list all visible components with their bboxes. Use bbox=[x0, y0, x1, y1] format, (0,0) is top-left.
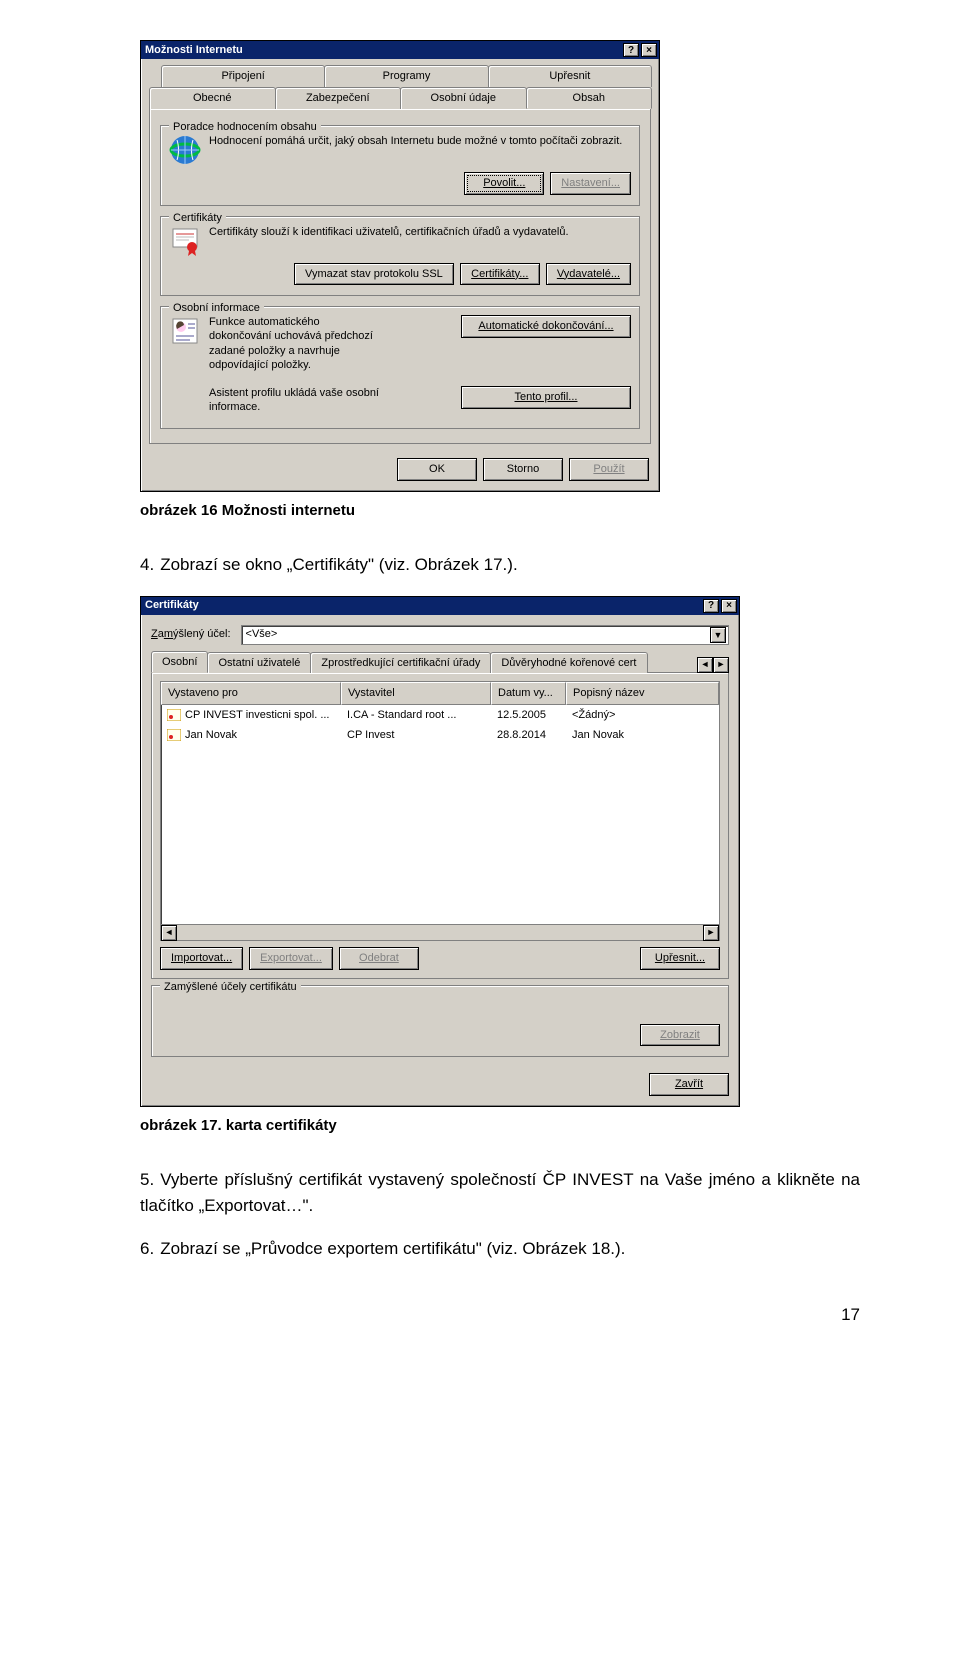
titlebar[interactable]: Možnosti Internetu ? × bbox=[141, 41, 659, 59]
import-button[interactable]: Importovat... bbox=[160, 947, 243, 970]
tab-security[interactable]: Zabezpečení bbox=[275, 87, 402, 110]
certificate-row[interactable]: CP INVEST investicni spol. ... I.CA - St… bbox=[161, 705, 719, 726]
advanced-button[interactable]: Upřesnit... bbox=[640, 947, 720, 970]
view-button[interactable]: Zobrazit bbox=[640, 1024, 720, 1047]
cancel-button[interactable]: Storno bbox=[483, 458, 563, 481]
purpose-label: Zamýšlený účel: bbox=[151, 626, 231, 643]
profile-button[interactable]: Tento profil... bbox=[461, 386, 631, 409]
ok-button[interactable]: OK bbox=[397, 458, 477, 481]
page-number: 17 bbox=[140, 1302, 860, 1328]
globe-icon bbox=[169, 134, 201, 166]
close-button[interactable]: × bbox=[721, 599, 737, 613]
apply-button[interactable]: Použít bbox=[569, 458, 649, 481]
tab-advanced[interactable]: Upřesnit bbox=[488, 65, 652, 87]
tab-general[interactable]: Obecné bbox=[149, 87, 276, 110]
col-issued-to[interactable]: Vystaveno pro bbox=[161, 682, 341, 705]
group-title: Zamýšlené účely certifikátu bbox=[160, 979, 301, 996]
group-title: Certifikáty bbox=[169, 210, 226, 227]
certificates-window: Certifikáty ? × Zamýšlený účel: <Vše> ▼ … bbox=[140, 596, 740, 1107]
certificate-listview[interactable]: Vystaveno pro Vystavitel Datum vy... Pop… bbox=[160, 681, 720, 941]
group-title: Poradce hodnocením obsahu bbox=[169, 119, 321, 136]
tab-content[interactable]: Obsah bbox=[526, 87, 653, 110]
help-button[interactable]: ? bbox=[703, 599, 719, 613]
tab-content-panel: Poradce hodnocením obsahu Hodnocení pomá… bbox=[149, 108, 651, 444]
col-expiry[interactable]: Datum vy... bbox=[491, 682, 566, 705]
col-issued-by[interactable]: Vystavitel bbox=[341, 682, 491, 705]
autocomplete-desc: Funkce automatického dokončování uchováv… bbox=[209, 315, 379, 372]
group-title: Osobní informace bbox=[169, 300, 264, 317]
remove-button[interactable]: Odebrat bbox=[339, 947, 419, 970]
tab-intermediate[interactable]: Zprostředkující certifikační úřady bbox=[310, 652, 491, 674]
scroll-right-icon[interactable]: ► bbox=[703, 925, 719, 941]
export-button[interactable]: Exportovat... bbox=[249, 947, 333, 970]
help-button[interactable]: ? bbox=[623, 43, 639, 57]
close-button[interactable]: × bbox=[641, 43, 657, 57]
content-advisor-group: Poradce hodnocením obsahu Hodnocení pomá… bbox=[160, 125, 640, 206]
figure-caption-17: obrázek 17. karta certifikáty bbox=[140, 1115, 860, 1138]
profile-icon bbox=[169, 315, 201, 347]
dropdown-arrow-icon[interactable]: ▼ bbox=[710, 627, 726, 643]
content-advisor-desc: Hodnocení pomáhá určit, jaký obsah Inter… bbox=[209, 134, 631, 148]
window-title: Možnosti Internetu bbox=[145, 42, 621, 59]
certificate-icon bbox=[167, 729, 181, 741]
certificate-list-panel: Vystaveno pro Vystavitel Datum vy... Pop… bbox=[151, 672, 729, 979]
tab-trusted-root[interactable]: Důvěryhodné kořenové cert bbox=[490, 652, 647, 674]
purpose-value: <Vše> bbox=[246, 626, 278, 643]
scroll-left-icon[interactable]: ◄ bbox=[161, 925, 177, 941]
tab-programs[interactable]: Programy bbox=[324, 65, 488, 87]
instruction-4: 4.Zobrazí se okno „Certifikáty" (viz. Ob… bbox=[140, 552, 860, 578]
publishers-button[interactable]: Vydavatelé... bbox=[546, 263, 631, 286]
certificate-icon bbox=[169, 225, 201, 257]
autocomplete-button[interactable]: Automatické dokončování... bbox=[461, 315, 631, 338]
profile-desc: Asistent profilu ukládá vaše osobní info… bbox=[209, 386, 379, 415]
certificates-desc: Certifikáty slouží k identifikaci uživat… bbox=[209, 225, 631, 239]
horizontal-scrollbar[interactable]: ◄ ► bbox=[161, 924, 719, 940]
listview-header: Vystaveno pro Vystavitel Datum vy... Pop… bbox=[161, 682, 719, 705]
personal-info-group: Osobní informace Funkce automatického do… bbox=[160, 306, 640, 429]
col-friendly-name[interactable]: Popisný název bbox=[566, 682, 719, 705]
instruction-5: 5.Vyberte příslušný certifikát vystavený… bbox=[140, 1167, 860, 1218]
certificates-button[interactable]: Certifikáty... bbox=[460, 263, 540, 286]
tab-scroll-left[interactable]: ◄ bbox=[697, 657, 713, 673]
close-dialog-button[interactable]: Zavřít bbox=[649, 1073, 729, 1096]
listview-body[interactable]: CP INVEST investicni spol. ... I.CA - St… bbox=[161, 705, 719, 925]
purpose-combo[interactable]: <Vše> ▼ bbox=[241, 625, 729, 645]
certificate-icon bbox=[167, 709, 181, 721]
tab-personal[interactable]: Osobní bbox=[151, 651, 208, 674]
certificate-row[interactable]: Jan Novak CP Invest 28.8.2014 Jan Novak bbox=[161, 725, 719, 746]
cert-purposes-group: Zamýšlené účely certifikátu Zobrazit bbox=[151, 985, 729, 1058]
enable-button[interactable]: Povolit... bbox=[464, 172, 544, 195]
settings-button[interactable]: Nastavení... bbox=[550, 172, 631, 195]
tab-scroll-right[interactable]: ► bbox=[713, 657, 729, 673]
tab-connection[interactable]: Připojení bbox=[161, 65, 325, 87]
tab-others[interactable]: Ostatní uživatelé bbox=[207, 652, 311, 674]
clear-ssl-button[interactable]: Vymazat stav protokolu SSL bbox=[294, 263, 454, 286]
certificates-group: Certifikáty Certifikáty slouží k identif… bbox=[160, 216, 640, 297]
internet-options-window: Možnosti Internetu ? × Připojení Program… bbox=[140, 40, 660, 492]
instruction-6: 6.Zobrazí se „Průvodce exportem certifik… bbox=[140, 1236, 860, 1262]
tab-privacy[interactable]: Osobní údaje bbox=[400, 87, 527, 110]
window-title: Certifikáty bbox=[145, 597, 701, 614]
figure-caption-16: obrázek 16 Možnosti internetu bbox=[140, 500, 860, 523]
titlebar[interactable]: Certifikáty ? × bbox=[141, 597, 739, 615]
